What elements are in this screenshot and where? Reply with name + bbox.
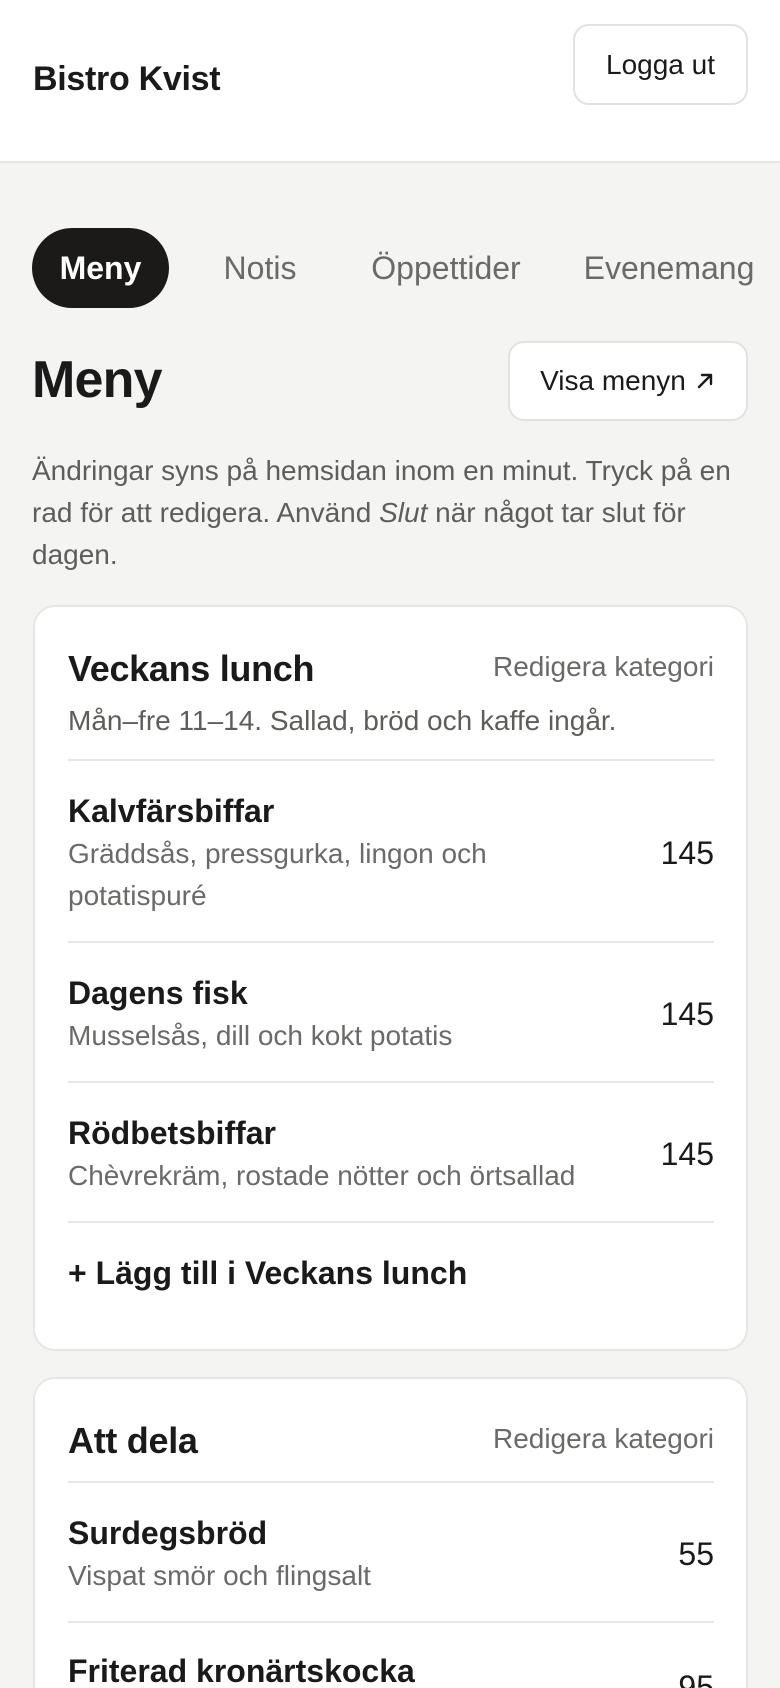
intro-emphasis: Slut [379, 497, 428, 528]
category-title: Att dela [68, 1420, 198, 1461]
item-price: 145 [660, 1136, 714, 1172]
item-price: 145 [660, 835, 714, 871]
category-title: Veckans lunch [68, 648, 315, 689]
item-name: Kalvfärsbiffar [68, 793, 275, 829]
item-price: 95 [678, 1669, 714, 1688]
tab-notis[interactable]: Notis [192, 228, 328, 308]
item-description: Musselsås, dill och kokt potatis [68, 1020, 453, 1051]
category-card-veckans-lunch: Veckans lunch Redigera kategori Mån–fre … [33, 605, 748, 1351]
tab-meny[interactable]: Meny [32, 228, 169, 308]
item-price: 145 [660, 996, 714, 1032]
item-name: Dagens fisk [68, 975, 248, 1011]
tab-oppettider[interactable]: Öppettider [344, 228, 548, 308]
arrow-up-right-icon [697, 373, 713, 389]
item-description: Chèvrekräm, rostade nötter och örtsallad [68, 1160, 576, 1191]
divider [68, 1481, 714, 1483]
divider [68, 1081, 714, 1083]
category-description: Mån–fre 11–14. Sallad, bröd och kaffe in… [68, 705, 617, 736]
item-name: Rödbetsbiffar [68, 1115, 276, 1151]
brand-name: Bistro Kvist [33, 60, 221, 98]
tab-evenemang[interactable]: Evenemang [564, 228, 774, 308]
logout-button[interactable]: Logga ut [573, 24, 748, 105]
divider [68, 1221, 714, 1223]
divider [68, 759, 714, 761]
divider [68, 941, 714, 943]
edit-category-button[interactable]: Redigera kategori [493, 1423, 714, 1455]
item-description: Vispat smör och flingsalt [68, 1560, 371, 1591]
edit-category-button[interactable]: Redigera kategori [493, 651, 714, 683]
add-item-button[interactable]: + Lägg till i Veckans lunch [68, 1255, 467, 1292]
intro-text: Ändringar syns på hemsidan inom en minut… [32, 455, 731, 570]
item-price: 55 [678, 1536, 714, 1572]
item-description: Gräddsås, pressgurka, lingon och potatis… [68, 838, 487, 911]
view-menu-button[interactable]: Visa menyn [508, 341, 748, 421]
view-menu-label: Visa menyn [540, 365, 686, 396]
item-name: Friterad kronärtskocka [68, 1653, 415, 1688]
item-name: Surdegsbröd [68, 1515, 268, 1551]
divider [68, 1621, 714, 1623]
category-card-att-dela: Att dela Redigera kategori Surdegsbröd V… [33, 1377, 748, 1688]
page-title: Meny [32, 351, 163, 409]
section-tabs: Meny Notis Öppettider Evenemang [32, 228, 780, 308]
top-bar: Bistro Kvist Logga ut [0, 0, 780, 163]
